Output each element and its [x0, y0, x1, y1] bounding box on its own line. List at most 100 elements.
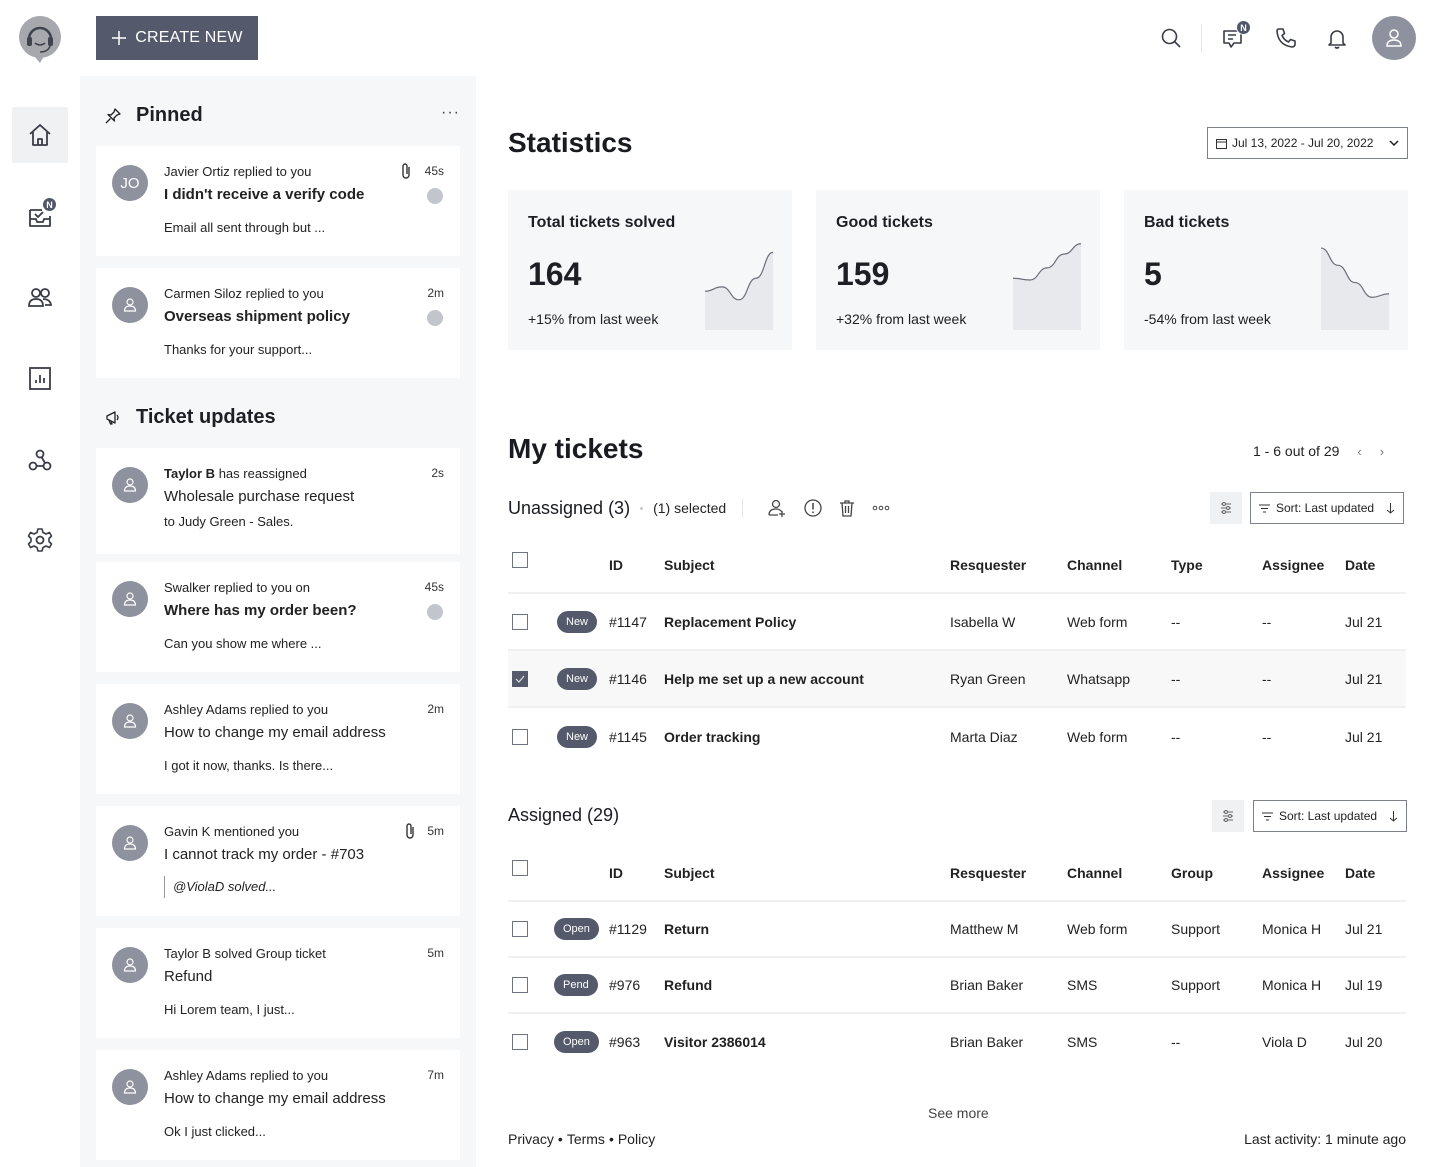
ticket-date: Jul 21: [1345, 728, 1383, 745]
feed-card[interactable]: Taylor B solved Group ticket Refund Hi L…: [96, 928, 460, 1038]
unassigned-sort-button[interactable]: Sort: Last updated: [1250, 492, 1404, 524]
assign-button[interactable]: [765, 496, 789, 520]
nav-reports[interactable]: [12, 350, 68, 406]
select-all-checkbox[interactable]: [512, 552, 528, 568]
ticket-subject[interactable]: Replacement Policy: [664, 614, 796, 630]
ticket-id[interactable]: #976: [609, 977, 640, 993]
feed-card[interactable]: Carmen Siloz replied to you Overseas shi…: [96, 268, 460, 378]
table-row[interactable]: Pend #976 Refund Brian Baker SMS Support…: [508, 958, 1406, 1014]
feed-actor: Javier Ortiz: [164, 164, 230, 179]
table-row[interactable]: New #1145 Order tracking Marta Diaz Web …: [508, 708, 1406, 765]
column-header[interactable]: ID: [609, 557, 623, 573]
last-activity: Last activity: 1 minute ago: [1244, 1131, 1406, 1147]
nav-integrations[interactable]: [12, 432, 68, 488]
privacy-link[interactable]: Privacy: [508, 1131, 554, 1147]
column-header[interactable]: Channel: [1067, 557, 1122, 573]
table-row[interactable]: Open #963 Visitor 2386014 Brian Baker SM…: [508, 1014, 1406, 1070]
column-header[interactable]: Resquester: [950, 865, 1026, 881]
activity-feed: Pinned ··· JO Javier Ortiz replied to yo…: [80, 76, 476, 1167]
feed-time: 2s: [431, 466, 444, 480]
nav-home[interactable]: [12, 107, 68, 163]
row-checkbox[interactable]: [512, 921, 528, 937]
select-all-checkbox[interactable]: [512, 860, 528, 876]
pinned-more-button[interactable]: ···: [441, 104, 460, 122]
row-checkbox[interactable]: [512, 1034, 528, 1050]
assigned-filter-button[interactable]: [1212, 800, 1244, 832]
column-header[interactable]: Date: [1345, 865, 1375, 881]
row-checkbox[interactable]: [512, 728, 528, 745]
notifications-button[interactable]: [1321, 22, 1353, 54]
paperclip-icon: [406, 823, 414, 839]
ticket-subject[interactable]: Return: [664, 921, 709, 937]
prev-page-button[interactable]: ‹: [1357, 444, 1361, 459]
column-header[interactable]: Date: [1345, 557, 1375, 573]
table-row[interactable]: Open #1129 Return Matthew M Web form Sup…: [508, 902, 1406, 958]
ticket-id[interactable]: #963: [609, 1034, 640, 1050]
ticket-id[interactable]: #1147: [609, 614, 647, 630]
feed-card[interactable]: Gavin K mentioned you I cannot track my …: [96, 806, 460, 916]
feed-headline: Ashley Adams replied to you: [164, 1068, 328, 1083]
feed-card[interactable]: JO Javier Ortiz replied to you I didn't …: [96, 146, 460, 256]
feed-actor: Ashley Adams: [164, 702, 247, 717]
assigned-sort-button[interactable]: Sort: Last updated: [1253, 800, 1407, 832]
row-checkbox[interactable]: [512, 670, 528, 687]
ticket-subject[interactable]: Help me set up a new account: [664, 671, 864, 687]
column-header[interactable]: Assignee: [1262, 557, 1324, 573]
row-checkbox[interactable]: [512, 977, 528, 993]
feed-card[interactable]: Taylor B has reassigned Wholesale purcha…: [96, 448, 460, 554]
next-page-button[interactable]: ›: [1380, 444, 1384, 459]
phone-button[interactable]: [1270, 22, 1302, 54]
stat-change: -54% from last week: [1144, 311, 1271, 327]
separator: •: [608, 1131, 614, 1147]
ticket-subject[interactable]: Refund: [664, 977, 712, 993]
nav-tasks[interactable]: N: [12, 188, 68, 244]
sort-label: Sort: Last updated: [1279, 809, 1378, 823]
row-checkbox[interactable]: [512, 613, 528, 630]
unread-indicator: [427, 604, 443, 620]
ticket-requester: Isabella W: [950, 613, 1016, 630]
attachment-icon: [404, 822, 416, 840]
table-row[interactable]: New #1147 Replacement Policy Isabella W …: [508, 594, 1406, 651]
avatar: [112, 947, 148, 983]
user-avatar[interactable]: [1372, 16, 1416, 60]
column-header[interactable]: Subject: [664, 557, 715, 573]
feed-card[interactable]: Ashley Adams replied to you How to chang…: [96, 1050, 460, 1160]
separator: •: [557, 1131, 563, 1147]
table-row[interactable]: New #1146 Help me set up a new account R…: [508, 651, 1406, 708]
terms-link[interactable]: Terms: [567, 1131, 605, 1147]
column-header[interactable]: Resquester: [950, 557, 1026, 573]
sort-label: Sort: Last updated: [1276, 501, 1375, 515]
column-header[interactable]: ID: [609, 865, 623, 881]
feed-actor: Taylor B: [164, 466, 216, 481]
nav-users[interactable]: [12, 270, 68, 326]
column-header[interactable]: Channel: [1067, 865, 1122, 881]
unassigned-filter-button[interactable]: [1210, 492, 1242, 524]
ticket-id[interactable]: #1146: [609, 671, 647, 687]
see-more-link[interactable]: See more: [928, 1105, 989, 1121]
delete-button[interactable]: [835, 496, 859, 520]
policy-link[interactable]: Policy: [618, 1131, 655, 1147]
nav-settings[interactable]: [12, 512, 68, 568]
unread-indicator: [427, 188, 443, 204]
messages-button[interactable]: N: [1218, 20, 1251, 54]
column-header[interactable]: Assignee: [1262, 865, 1324, 881]
create-new-button[interactable]: CREATE NEW: [96, 16, 258, 60]
feed-card[interactable]: Swalker replied to you on Where has my o…: [96, 562, 460, 672]
column-header[interactable]: Type: [1171, 557, 1203, 573]
more-actions-button[interactable]: [869, 496, 893, 520]
feed-preview: Hi Lorem team, I just...: [164, 1002, 295, 1017]
feed-time: 45s: [424, 164, 444, 178]
feed-preview: to Judy Green - Sales.: [164, 514, 293, 529]
date-range-picker[interactable]: Jul 13, 2022 - Jul 20, 2022: [1207, 127, 1408, 159]
ticket-id[interactable]: #1129: [609, 921, 647, 937]
ticket-subject[interactable]: Order tracking: [664, 729, 760, 745]
column-header[interactable]: Subject: [664, 865, 715, 881]
search-button[interactable]: [1155, 22, 1187, 54]
separator-dot: [640, 506, 644, 510]
ticket-id[interactable]: #1145: [609, 729, 647, 745]
mark-spam-button[interactable]: [801, 496, 825, 520]
feed-card[interactable]: Ashley Adams replied to you How to chang…: [96, 684, 460, 794]
column-header[interactable]: Group: [1171, 865, 1213, 881]
ticket-assignee: --: [1262, 613, 1272, 630]
ticket-subject[interactable]: Visitor 2386014: [664, 1034, 766, 1050]
